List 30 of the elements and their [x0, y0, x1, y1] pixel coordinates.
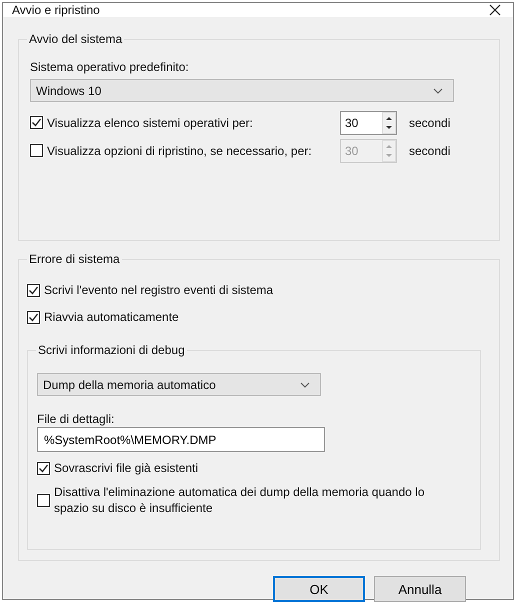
checkbox[interactable] [30, 144, 43, 157]
chevron-icon [300, 382, 310, 388]
field-label: Sistema operativo predefinito: [30, 60, 190, 74]
dialog-button[interactable]: Annulla [374, 576, 466, 602]
checkbox[interactable] [30, 116, 43, 129]
checkbox-label: Riavvia automaticamente [44, 310, 179, 324]
unit-label: secondi [409, 116, 450, 130]
window-title: Avvio e ripristino [12, 3, 100, 17]
checkbox[interactable] [37, 494, 50, 506]
spin-arrows-icon[interactable] [382, 112, 396, 134]
file-path-field[interactable]: %SystemRoot%\MEMORY.DMP [37, 427, 325, 452]
checkbox[interactable] [27, 310, 40, 324]
os-dropdown[interactable]: Windows 10 [30, 79, 454, 102]
checkbox-label: Scrivi l'evento nel registro eventi di sistema [44, 283, 274, 297]
group-label: Errore di sistema [27, 252, 122, 266]
field-label: File di dettagli: [37, 412, 116, 426]
checkbox-label: Sovrascrivi file già esistenti [54, 460, 200, 476]
checkbox[interactable] [37, 462, 50, 474]
checkbox-label: Visualizza opzioni di ripristino, se necessario, per: [47, 144, 313, 158]
chevron-icon [433, 88, 443, 94]
dialog-button[interactable]: OK [273, 576, 365, 602]
close-icon[interactable] [489, 4, 501, 16]
group-label: Avvio del sistema [27, 32, 124, 46]
dump-type-dropdown[interactable]: Dump della memoria automatico [37, 373, 321, 396]
group-label: Scrivi informazioni di debug [36, 343, 187, 357]
checkbox[interactable] [27, 284, 40, 296]
unit-label: secondi [409, 144, 450, 158]
number-spinner[interactable]: 30 [340, 110, 397, 134]
checkbox-label: Disattiva l'eliminazione automatica dei dump della memoria quando lo spazio su disco è insufficiente [54, 484, 426, 516]
checkbox-label: Visualizza elenco sistemi operativi per: [47, 116, 254, 130]
